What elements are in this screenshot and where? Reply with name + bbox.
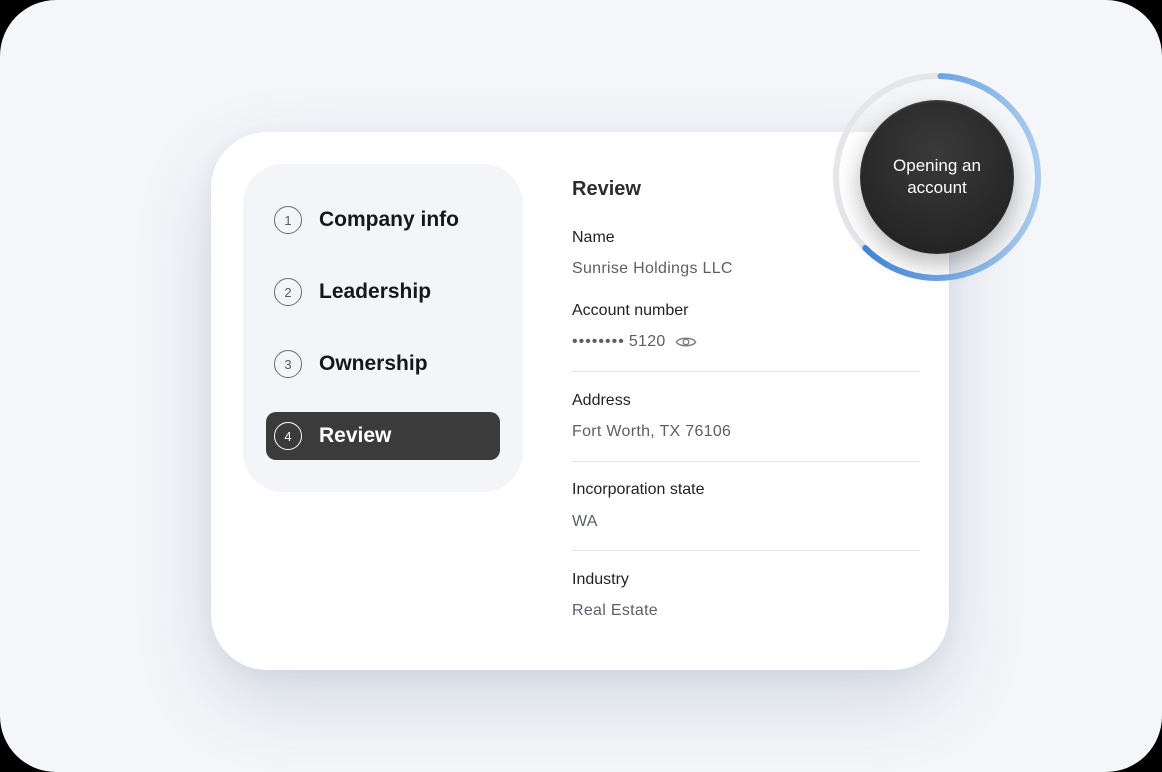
eye-icon[interactable] [675, 334, 697, 350]
review-title: Review [572, 178, 641, 200]
account-number-label: Account number [572, 302, 689, 319]
app-frame: 1 Company info 2 Leadership 3 Ownership … [0, 0, 1162, 772]
industry-value: Real Estate [572, 602, 659, 619]
step-list: 1 Company info 2 Leadership 3 Ownership … [243, 164, 523, 492]
step-company-info[interactable]: 1 Company info [266, 196, 500, 244]
address-label: Address [572, 392, 631, 409]
name-label: Name [572, 229, 615, 246]
step-review[interactable]: 4 Review [266, 412, 500, 460]
step-number: 3 [274, 350, 302, 378]
step-number: 2 [274, 278, 302, 306]
step-ownership[interactable]: 3 Ownership [266, 340, 500, 388]
account-number-last4: 5120 [628, 333, 666, 350]
account-number-value: •••••••• 5120 [572, 333, 697, 351]
divider [572, 550, 920, 551]
account-number-mask: •••••••• [572, 333, 625, 350]
step-number: 1 [274, 206, 302, 234]
industry-label: Industry [572, 571, 629, 588]
step-number: 4 [274, 422, 302, 450]
status-text: Opening an account [893, 156, 981, 197]
step-label: Review [319, 424, 392, 447]
incorporation-state-label: Incorporation state [572, 481, 705, 498]
address-value: Fort Worth, TX 76106 [572, 423, 732, 440]
divider [572, 371, 920, 372]
step-label: Company info [319, 208, 459, 231]
incorporation-state-value: WA [572, 513, 598, 530]
step-label: Leadership [319, 280, 432, 303]
divider [572, 461, 920, 462]
step-label: Ownership [319, 352, 428, 375]
status-badge: Opening an account [860, 100, 1014, 254]
step-leadership[interactable]: 2 Leadership [266, 268, 500, 316]
name-value: Sunrise Holdings LLC [572, 260, 733, 277]
